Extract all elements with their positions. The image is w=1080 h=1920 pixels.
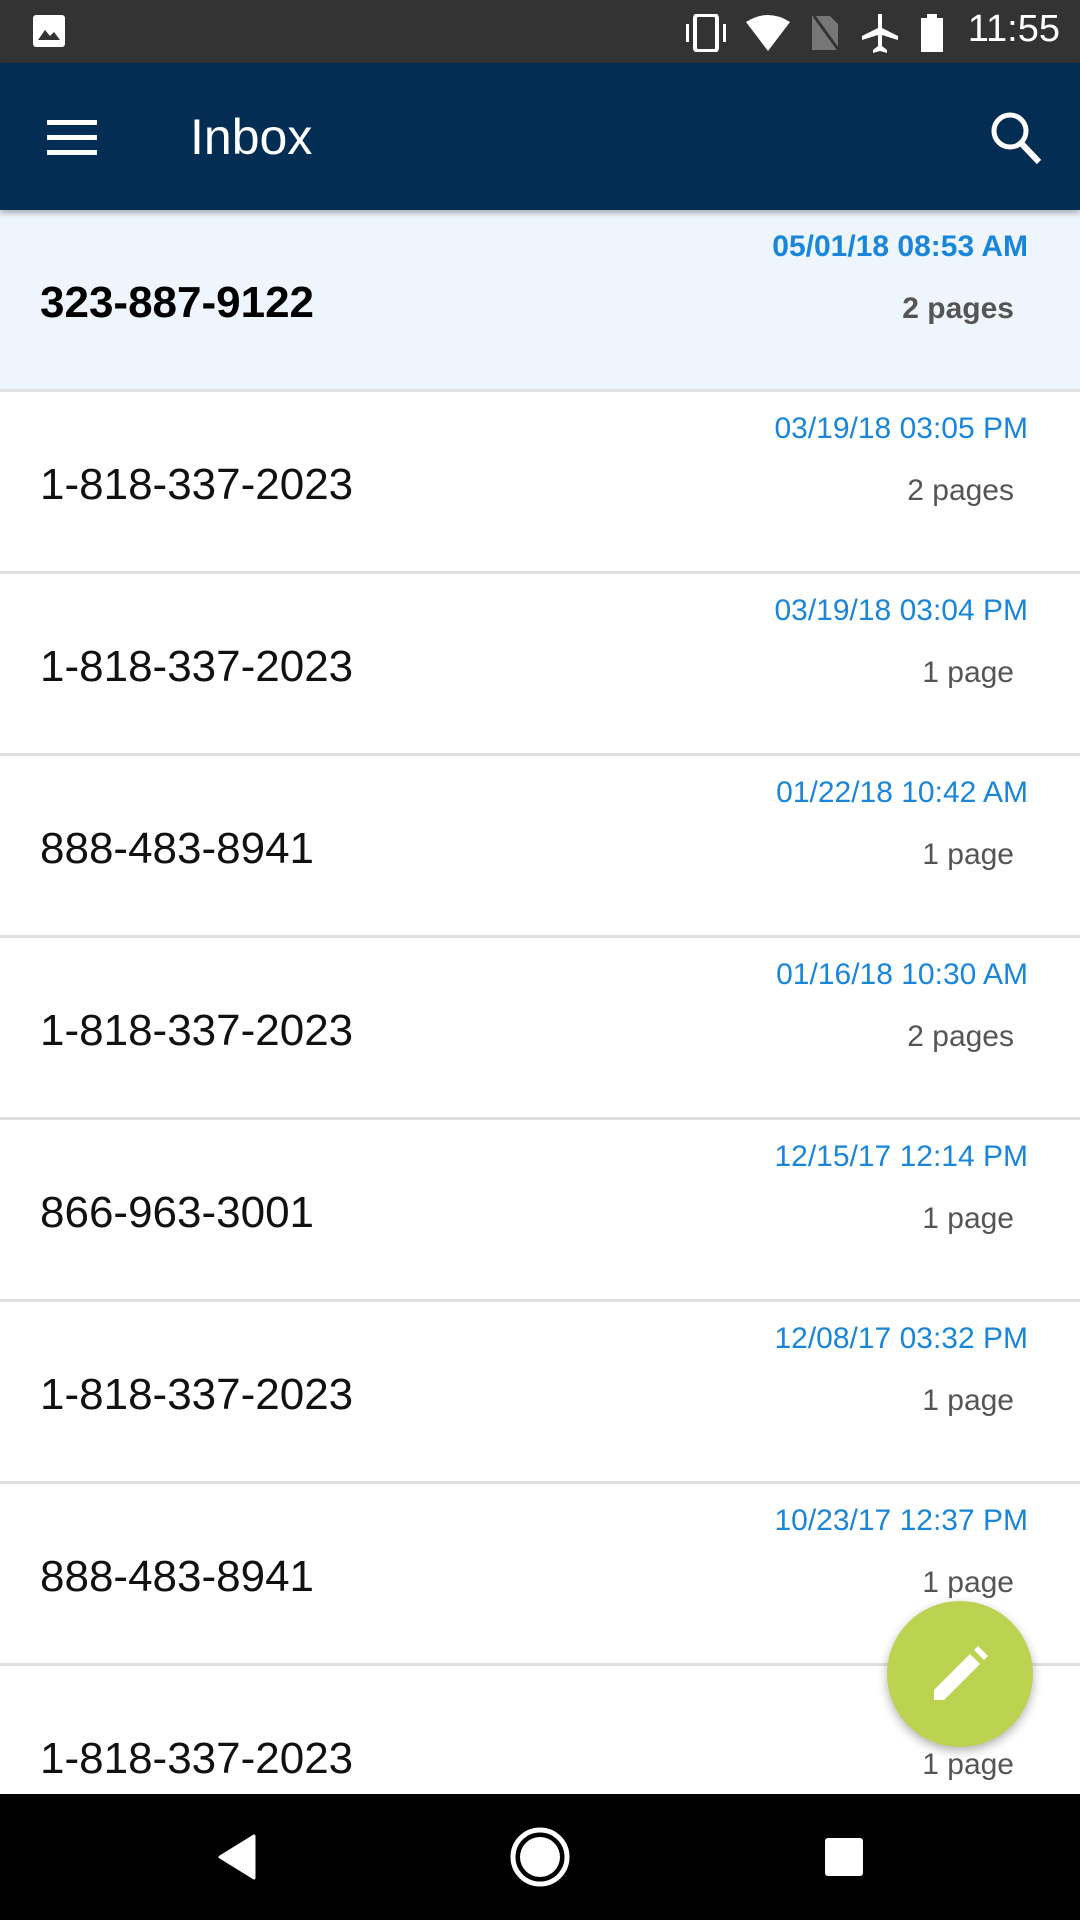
page-count: 1 page (922, 1566, 1014, 1599)
message-date: 01/22/18 10:42 AM (776, 776, 1028, 809)
page-count: 2 pages (907, 1020, 1014, 1053)
navigation-bar (0, 1794, 1080, 1920)
sender-number: 888-483-8941 (40, 824, 315, 873)
sender-number: 1-818-337-2023 (40, 1006, 354, 1055)
compose-button[interactable] (887, 1601, 1033, 1747)
message-date: 12/08/17 03:32 PM (774, 1322, 1028, 1355)
message-row[interactable]: 1-818-337-2023 03/19/18 03:05 PM 2 pages (0, 392, 1080, 574)
message-row[interactable]: 1-818-337-2023 01/16/18 10:30 AM 2 pages (0, 938, 1080, 1120)
page-count: 2 pages (902, 292, 1014, 325)
image-icon (33, 15, 65, 47)
message-date: 01/16/18 10:30 AM (776, 958, 1028, 991)
message-row[interactable]: 323-887-9122 05/01/18 08:53 AM 2 pages (0, 210, 1080, 392)
message-date: 03/19/18 03:04 PM (774, 594, 1028, 627)
no-sim-icon (812, 15, 842, 52)
page-count: 1 page (922, 656, 1014, 689)
sender-number: 1-818-337-2023 (40, 1370, 354, 1419)
hamburger-icon[interactable] (47, 118, 99, 156)
battery-icon (921, 14, 943, 52)
sender-number: 1-818-337-2023 (40, 642, 354, 691)
page-count: 2 pages (907, 474, 1014, 507)
vibrate-icon (686, 14, 726, 52)
airplane-icon (862, 14, 898, 53)
clock: 11:55 (967, 8, 1060, 50)
home-icon[interactable] (508, 1825, 572, 1889)
message-date: 10/23/17 12:37 PM (774, 1504, 1028, 1537)
page-count: 1 page (922, 1748, 1014, 1781)
sender-number: 1-818-337-2023 (40, 460, 354, 509)
pencil-icon (934, 1646, 988, 1700)
wifi-icon (746, 15, 790, 51)
message-date: 12/15/17 12:14 PM (774, 1140, 1028, 1173)
message-list: 323-887-9122 05/01/18 08:53 AM 2 pages 1-… (0, 210, 1080, 1794)
search-icon[interactable] (988, 109, 1044, 167)
recents-icon[interactable] (824, 1837, 864, 1877)
sender-number: 888-483-8941 (40, 1552, 315, 1601)
status-bar: 11:55 (0, 0, 1080, 63)
message-row[interactable]: 1-818-337-2023 03/19/18 03:04 PM 1 page (0, 574, 1080, 756)
message-row[interactable]: 866-963-3001 12/15/17 12:14 PM 1 page (0, 1120, 1080, 1302)
back-icon[interactable] (216, 1834, 256, 1880)
message-date: 03/19/18 03:05 PM (774, 412, 1028, 445)
message-row[interactable]: 888-483-8941 01/22/18 10:42 AM 1 page (0, 756, 1080, 938)
page-title: Inbox (190, 109, 313, 165)
page-count: 1 page (922, 1202, 1014, 1235)
sender-number: 866-963-3001 (40, 1188, 315, 1237)
sender-number: 1-818-337-2023 (40, 1734, 354, 1783)
message-date: 05/01/18 08:53 AM (772, 230, 1028, 263)
page-count: 1 page (922, 1384, 1014, 1417)
app-bar: Inbox (0, 63, 1080, 210)
page-count: 1 page (922, 838, 1014, 871)
message-row[interactable]: 1-818-337-2023 12/08/17 03:32 PM 1 page (0, 1302, 1080, 1484)
sender-number: 323-887-9122 (40, 278, 315, 327)
